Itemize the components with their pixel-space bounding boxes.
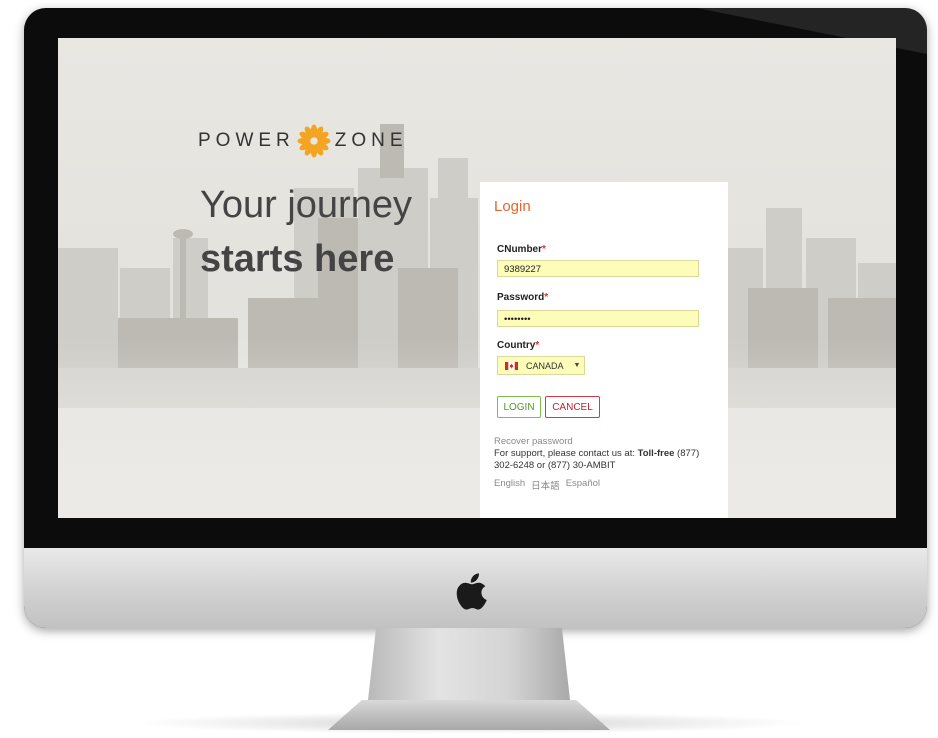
hero-heading-line1: Your journey xyxy=(200,184,412,226)
password-label: Password* xyxy=(497,292,549,303)
login-title: Login xyxy=(494,198,531,215)
cnumber-label: CNumber* xyxy=(497,244,546,255)
hero-heading-line2: starts here xyxy=(200,238,395,280)
login-button[interactable]: LOGIN xyxy=(497,396,541,418)
language-link-japanese[interactable]: 日本語 xyxy=(531,478,560,492)
cancel-button[interactable]: CANCEL xyxy=(545,396,600,418)
brand-word-left: POWER xyxy=(198,130,295,151)
caret-down-icon: ▼ xyxy=(573,362,581,369)
sun-flower-icon xyxy=(297,124,331,158)
support-tollfree-label: Toll-free xyxy=(637,448,675,459)
password-input[interactable]: •••••••• xyxy=(497,310,699,327)
language-link-english[interactable]: English xyxy=(494,478,525,492)
brand-logo: POWER ZONE xyxy=(198,124,408,158)
imac-monitor: POWER ZONE Your journey starts here Logi… xyxy=(24,8,927,628)
monitor-chin xyxy=(24,548,927,628)
cnumber-input[interactable]: 9389227 xyxy=(497,260,699,277)
required-mark: * xyxy=(542,244,546,255)
required-mark: * xyxy=(535,340,540,351)
recover-password-link[interactable]: Recover password xyxy=(494,436,573,447)
required-mark: * xyxy=(544,292,549,303)
canada-flag-icon xyxy=(505,361,518,370)
support-text: For support, please contact us at: Toll-… xyxy=(494,448,700,471)
monitor-stand-neck xyxy=(368,628,570,700)
login-panel: Login CNumber* 9389227 Password* •••••••… xyxy=(480,182,728,518)
brand-word-right: ZONE xyxy=(334,130,408,151)
country-selected-value: CANADA xyxy=(526,360,564,371)
apple-icon xyxy=(456,573,487,610)
language-switcher: English 日本語 Español xyxy=(494,478,600,492)
country-label: Country* xyxy=(497,340,540,351)
country-select[interactable]: CANADA ▼ xyxy=(497,356,585,375)
monitor-stand-base xyxy=(328,700,610,730)
language-link-spanish[interactable]: Español xyxy=(566,478,600,492)
screen: POWER ZONE Your journey starts here Logi… xyxy=(58,38,896,518)
background-fade xyxy=(58,338,896,518)
